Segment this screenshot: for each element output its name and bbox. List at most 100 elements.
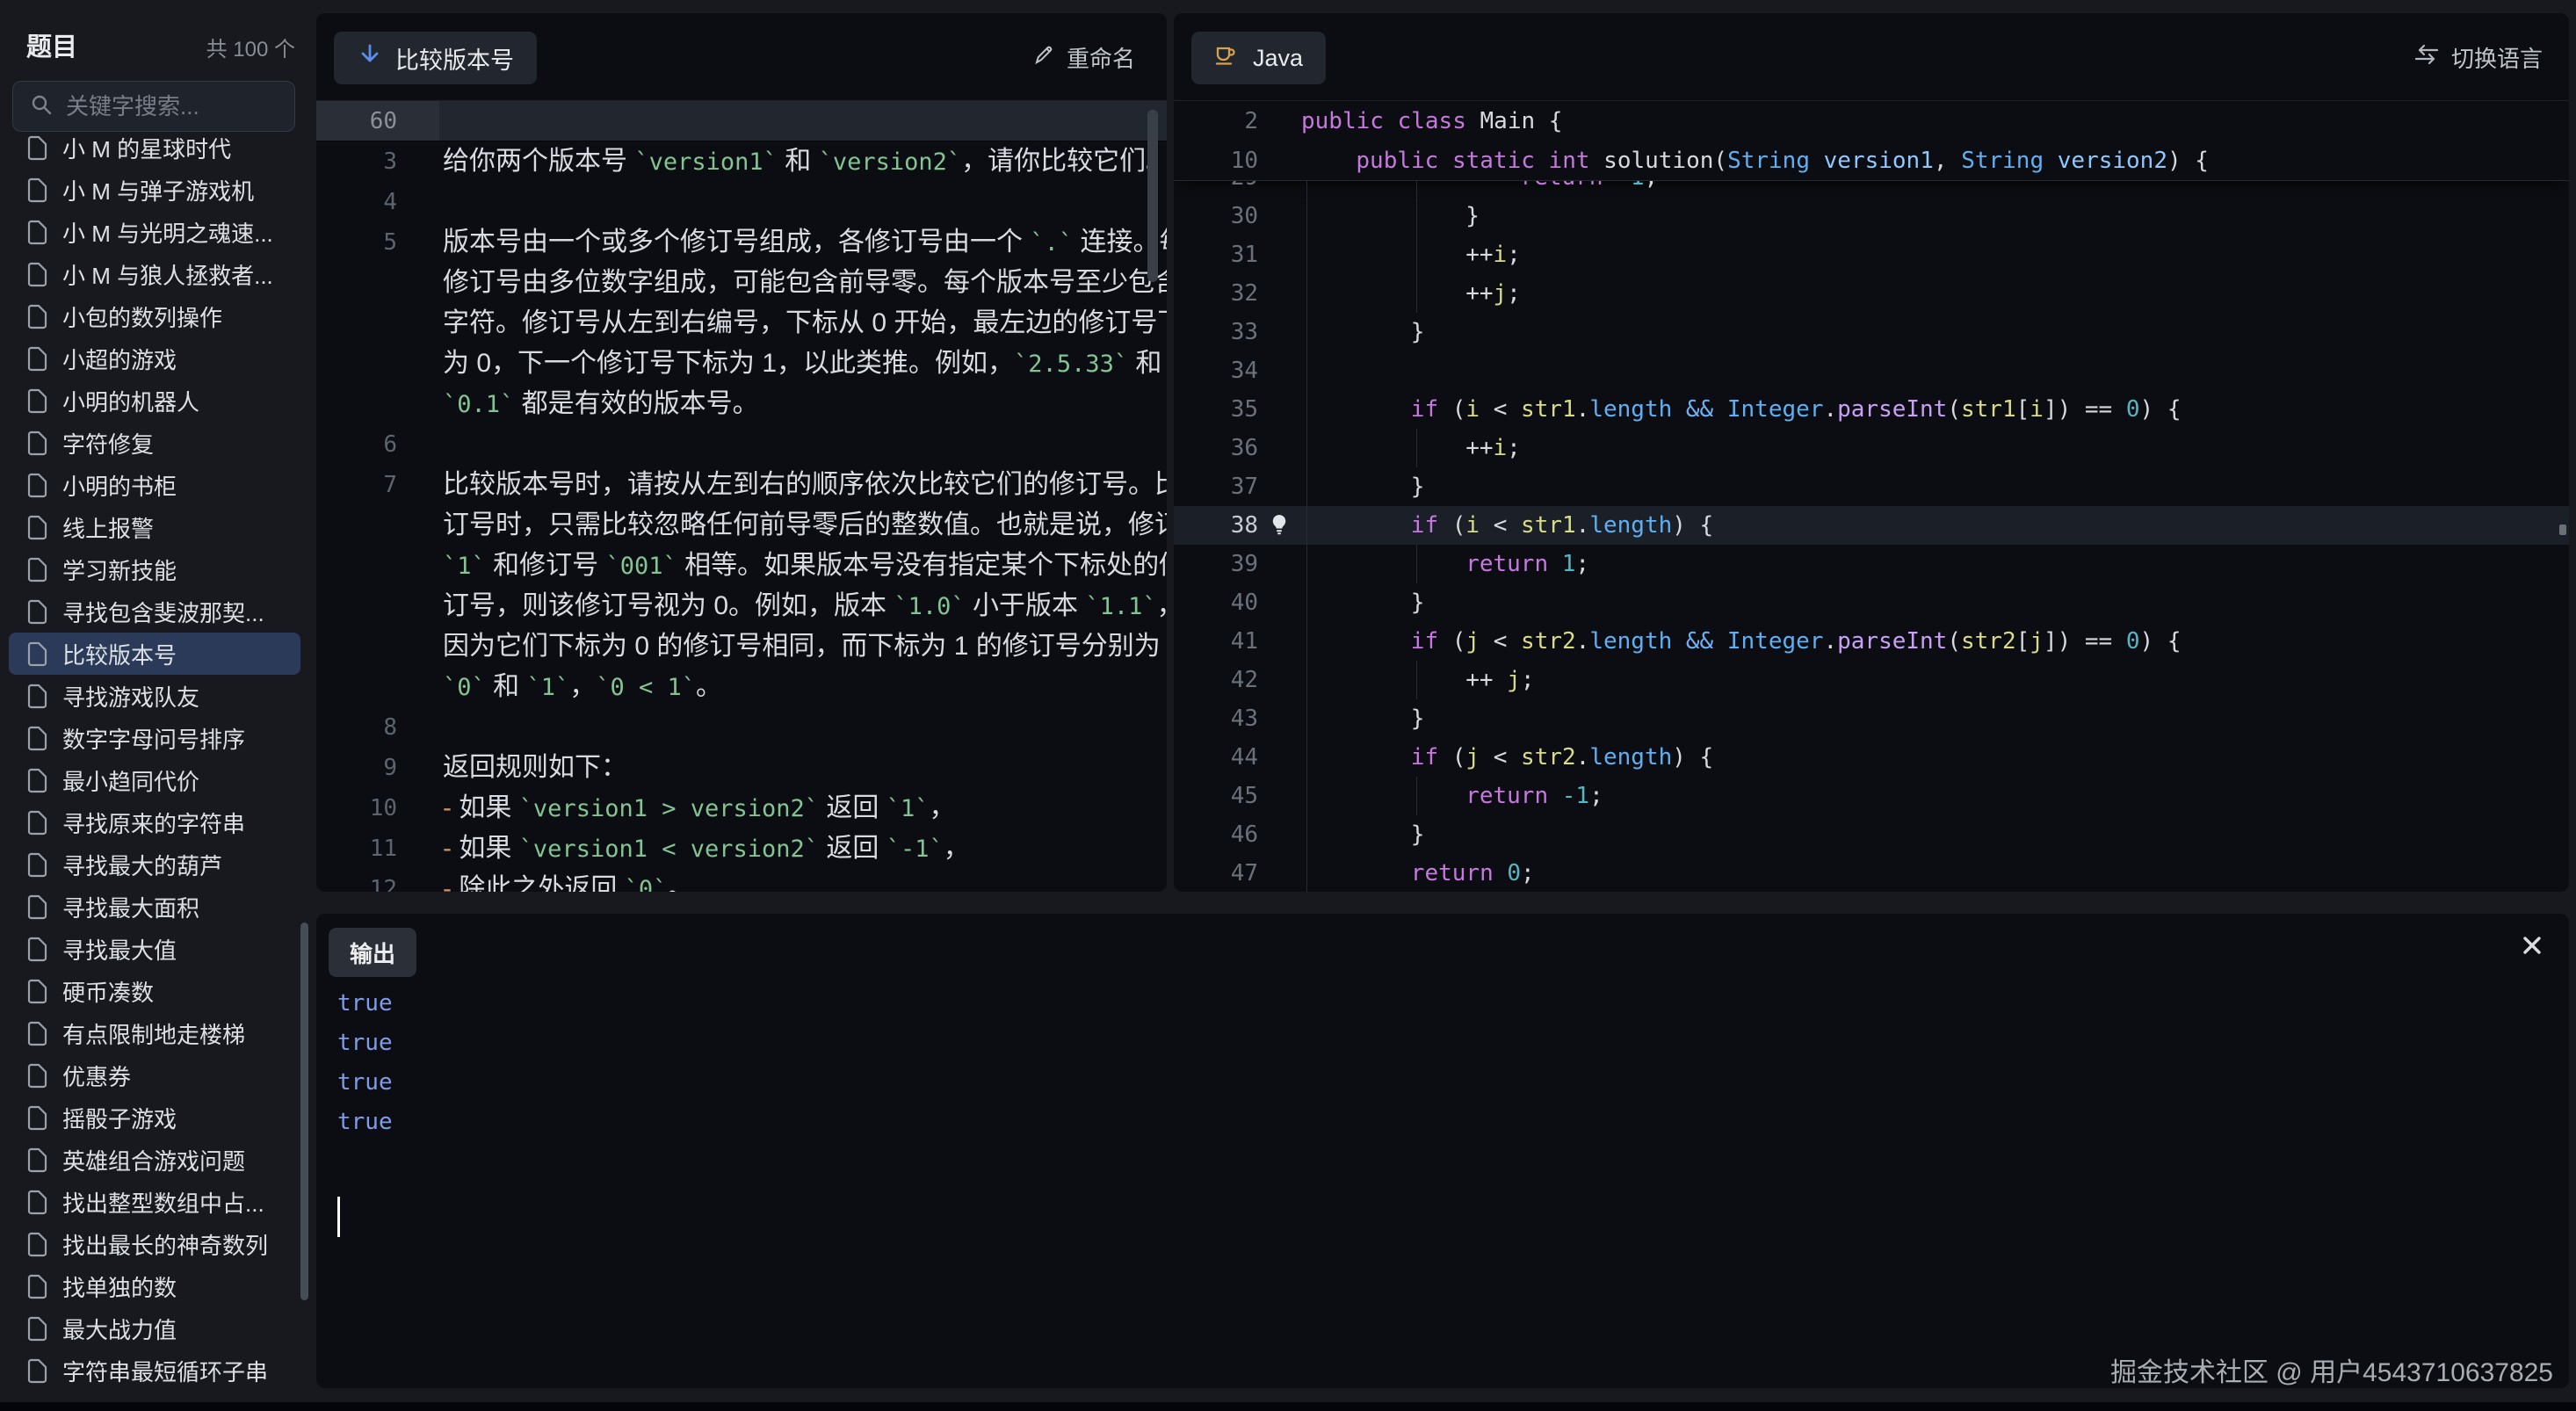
indent-guide [1306,622,1307,661]
code-line: 29return -1; [1174,181,2569,197]
document-icon [26,1358,48,1384]
sidebar-item[interactable]: 寻找最大值 [9,928,300,970]
text-segment: } [1411,474,1425,500]
sidebar-scrollbar[interactable] [300,923,308,1300]
text-segment: return [1521,181,1603,191]
sidebar-item-label: 找出整型数组中占... [62,1186,264,1219]
visual-row: 比较版本号时，请按从左到右的顺序依次比较它们的修订号。比较修 [443,465,1167,505]
text-segment: ; [1575,551,1589,577]
text-segment: ， [944,834,970,863]
sidebar-item[interactable]: 找出最长的神奇数列 [9,1223,300,1265]
text-segment: str1 [1521,512,1576,539]
description-panel: 比较版本号 重命名 60 3给你两个版本号 `version1` 和 `vers… [316,13,1167,892]
sidebar-item[interactable]: 英雄组合游戏问题 [9,1139,300,1181]
code-text: ++ j; [1301,667,1534,693]
sidebar-item[interactable]: 硬币凑数 [9,970,300,1012]
code-panel: Java 切换语言 2public class Main {10public s… [1174,13,2569,892]
description-line: 7比较版本号时，请按从左到右的顺序依次比较它们的修订号。比较修订号时，只需比较忽… [316,465,1167,707]
sidebar-item[interactable]: 小超的游戏 [9,337,300,380]
problem-count: 共 100 个 [206,32,295,62]
description-editor[interactable]: 3给你两个版本号 `version1` 和 `version2`，请你比较它们。… [316,141,1167,892]
sidebar-item[interactable]: 寻找最大的葫芦 [9,843,300,886]
sidebar-item[interactable]: 小 M 与狼人拯救者... [9,253,300,295]
lightbulb-icon[interactable] [1267,512,1292,543]
sidebar-item[interactable]: 寻找最大面积 [9,886,300,928]
sidebar-item-label: 寻找最大值 [62,933,177,966]
search-input[interactable] [64,92,275,121]
sidebar-item[interactable]: 小 M 与弹子游戏机 [9,169,300,211]
text-segment: static [1452,148,1535,174]
text-segment: 因为它们下标为 0 的修订号相同，而下标为 1 的修订号分别为 [443,632,1161,661]
sidebar-item[interactable]: 寻找包含斐波那契... [9,590,300,633]
sidebar-item[interactable]: 小明的机器人 [9,380,300,422]
text-segment: 相等。如果版本号没有指定某个下标处的修 [677,551,1167,580]
visual-row: - 如果 `version1 > version2` 返回 `1`， [443,788,956,829]
text-segment: . [1823,396,1837,423]
language-tab[interactable]: Java [1191,32,1326,84]
sidebar-item[interactable]: 摇骰子游戏 [9,1096,300,1139]
description-scrollbar[interactable] [1147,110,1158,282]
document-icon [26,1063,48,1089]
code-line: 37} [1174,467,2569,506]
sidebar-item[interactable]: 小包的数列操作 [9,295,300,337]
indent-guide [1306,661,1307,699]
sidebar-item[interactable]: 有点限制地走楼梯 [9,1012,300,1054]
text-segment: `version2` [819,148,962,176]
output-line: true [337,984,393,1024]
sidebar-item[interactable]: 寻找游戏队友 [9,675,300,717]
line-number: 11 [316,829,397,869]
sidebar-item[interactable]: 小明的书柜 [9,464,300,506]
text-segment: str2 [1521,628,1576,655]
sidebar-item[interactable]: 小 M 的星球时代 [9,135,300,169]
sidebar-item[interactable]: 找出整型数组中占... [9,1181,300,1223]
code-editor[interactable]: 30}31++i;32++j;33}3435if (i < str1.lengt… [1174,197,2569,892]
text-segment: . [1823,628,1837,655]
line-number: 2 [1174,108,1258,134]
text-segment [1713,396,1727,423]
sidebar-item[interactable]: 最大战力值 [9,1307,300,1349]
text-segment: `1` [443,553,486,580]
sidebar-item[interactable]: 寻找原来的字符串 [9,801,300,843]
sidebar-item[interactable]: 找单独的数 [9,1265,300,1307]
line-number: 12 [316,869,397,892]
problems-sidebar: 题目 共 100 个 小 M 的星球时代小 M 与弹子游戏机小 M 与光明之魂速… [0,0,309,1411]
code-text: return -1; [1301,783,1603,809]
text-segment [1438,148,1452,174]
problem-title-tab[interactable]: 比较版本号 [334,32,537,84]
sidebar-item[interactable]: 数字字母问号排序 [9,717,300,759]
output-tab[interactable]: 输出 [329,928,416,977]
sidebar-item[interactable]: 字符修复 [9,422,300,464]
sidebar-item-label: 有点限制地走楼梯 [62,1017,245,1050]
output-panel: 输出 truetruetruetrue [316,914,2569,1388]
text-segment [1494,860,1508,886]
document-icon [26,937,48,962]
sidebar-item[interactable]: 优惠券 [9,1054,300,1096]
sidebar-item[interactable]: 小 M 与光明之魂速... [9,211,300,253]
text-segment: if [1411,628,1438,655]
indent-guide [1416,545,1417,583]
text-segment: 和修订号 [486,551,606,580]
sidebar-item[interactable]: 学习新技能 [9,548,300,590]
line-number: 33 [1174,319,1258,345]
text-segment: 比较版本号时，请按从左到右的顺序依次比较它们的修订号。比较修 [443,470,1167,499]
output-line: true [337,1024,393,1063]
sidebar-item[interactable]: 线上报警 [9,506,300,548]
sidebar-item[interactable]: 最小趋同代价 [9,759,300,801]
search-icon [29,92,54,121]
rename-button[interactable]: 重命名 [1031,13,1135,101]
text-segment: < [1480,512,1521,539]
switch-language-button[interactable]: 切换语言 [2413,13,2543,101]
sidebar-item[interactable]: 比较版本号 [9,633,300,675]
text-segment: String [1961,148,2044,174]
code-text: if (j < str2.length) { [1301,744,1713,771]
sidebar-item-label: 字符修复 [62,427,154,459]
search-box[interactable] [12,81,295,132]
text-segment: ) { [2140,628,2182,655]
close-output-button[interactable] [2518,933,2546,961]
code-line: 47return 0; [1174,854,2569,892]
line-number: 31 [1174,242,1258,268]
text-segment: } [1411,319,1425,345]
sidebar-item[interactable]: 字符串最短循环子串 [9,1349,300,1392]
document-icon [26,810,48,836]
visual-row: - 如果 `version1 < version2` 返回 `-1`， [443,829,970,869]
